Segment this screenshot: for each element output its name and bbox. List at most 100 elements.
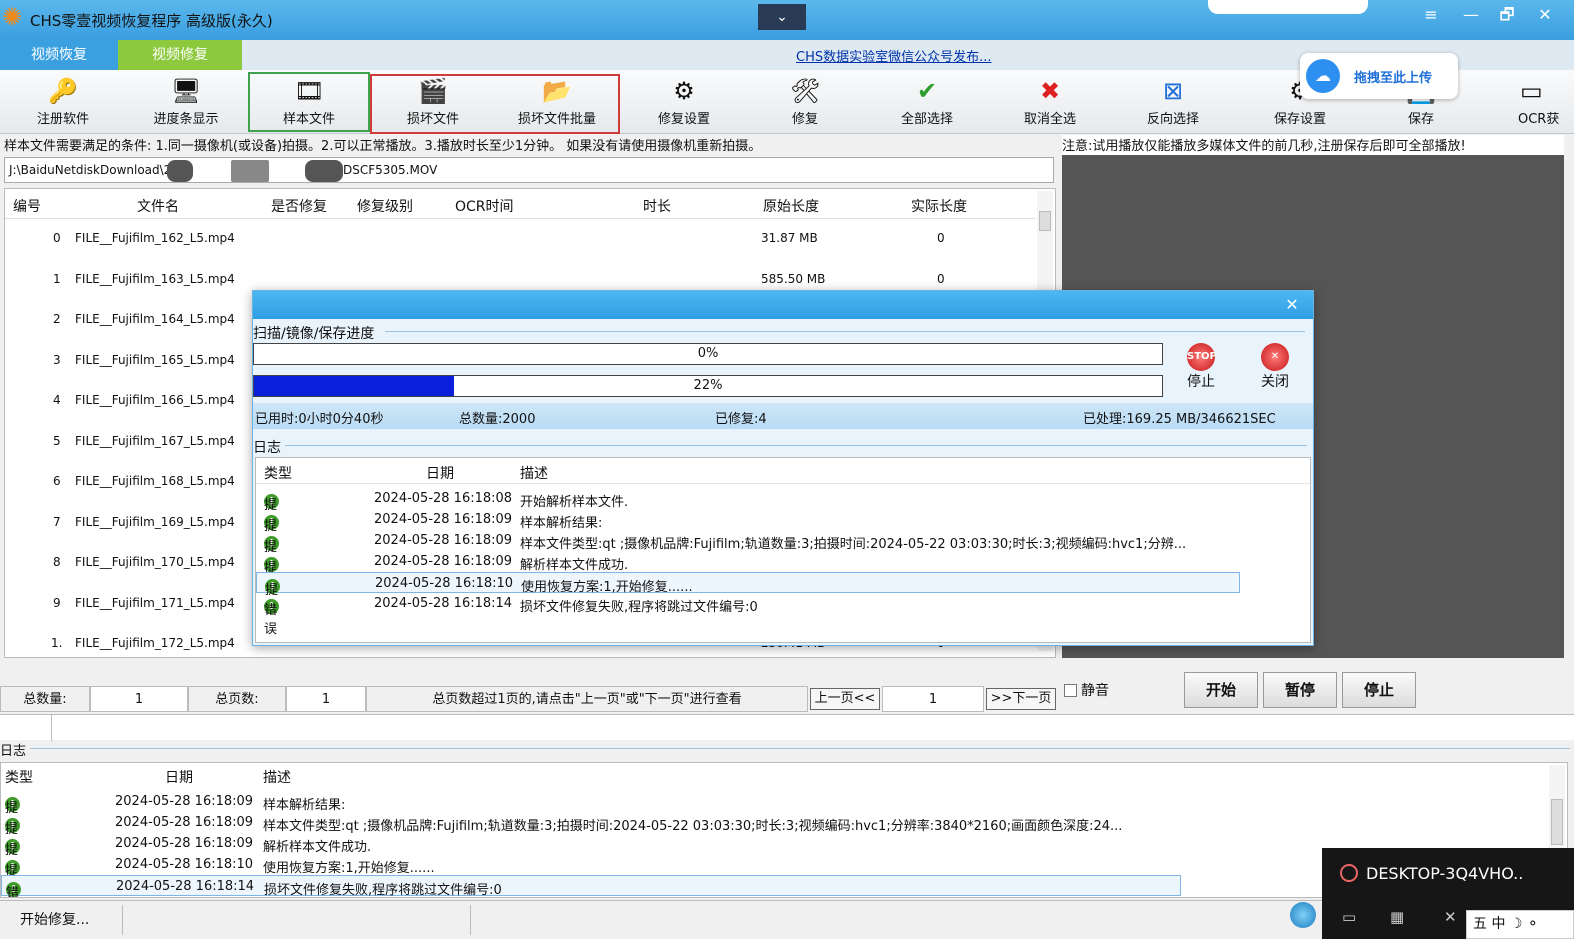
monitor-icon: 🖥	[171, 77, 202, 105]
dlog-col-type[interactable]: 类型	[264, 463, 292, 483]
dialog-log-row[interactable]: !提示2024-05-28 16:18:08开始解析样本文件.	[256, 488, 1240, 532]
dialog-stop-button[interactable]: STOP 停止	[1171, 343, 1231, 393]
col-filename[interactable]: 文件名	[137, 196, 179, 216]
strip-cell	[0, 715, 52, 741]
play-pause-button[interactable]: 暂停	[1263, 672, 1337, 708]
log-desc: 样本解析结果:	[263, 798, 346, 813]
row-filename: FILE__Fujifilm_168_L5.mp4	[75, 474, 235, 488]
dialog-log-row[interactable]: !提示2024-05-28 16:18:09样本解析结果:	[256, 509, 1240, 553]
dlog-desc: 样本文件类型:qt ;摄像机品牌:Fujifilm;轨道数量:3;拍摄时间:20…	[520, 537, 1187, 552]
checkmark-icon: ✔	[916, 77, 938, 105]
select-all-button[interactable]: ✔ 全部选择	[866, 72, 988, 132]
row-filename: FILE__Fujifilm_172_L5.mp4	[75, 636, 235, 650]
row-id: 0	[53, 231, 61, 245]
scroll-thumb[interactable]	[1551, 799, 1563, 845]
dialog-title-bar: ✕	[253, 291, 1313, 319]
blank-strip	[0, 714, 1574, 741]
progress-text-1: 0%	[697, 346, 719, 361]
drag-upload-label: 拖拽至此上传	[1354, 71, 1433, 86]
prev-page-button[interactable]: 上一页<<	[810, 688, 880, 710]
mute-checkbox[interactable]: 静音	[1064, 680, 1109, 700]
total-count-label: 总数量:	[0, 686, 90, 712]
row-orig-length: 31.87 MB	[761, 231, 818, 245]
ime-indicator[interactable]: 五 中 ☽ ⚬	[1466, 910, 1574, 939]
dialog-log-row[interactable]: !提示2024-05-28 16:18:09解析样本文件成功.	[256, 551, 1240, 595]
dialog-close-button[interactable]: ✕ 关闭	[1245, 343, 1305, 393]
log-row[interactable]: !错误2024-05-28 16:18:14损坏文件修复失败,程序将跳过文件编号…	[1, 875, 1181, 897]
col-duration[interactable]: 时长	[643, 196, 671, 216]
repair-button[interactable]: 🛠 修复	[746, 72, 864, 132]
dialog-close-icon[interactable]: ✕	[1281, 295, 1303, 315]
log-col-type[interactable]: 类型	[5, 767, 33, 787]
invert-selection-button[interactable]: ⊠ 反向选择	[1112, 72, 1234, 132]
chat-icon[interactable]: ▭	[1342, 908, 1356, 926]
minimize-button[interactable]: —	[1456, 4, 1486, 26]
globe-icon[interactable]	[1290, 902, 1316, 928]
drag-upload-widget[interactable]: ☁ 拖拽至此上传	[1300, 53, 1458, 99]
invert-box-icon: ⊠	[1162, 77, 1184, 105]
menu-icon[interactable]: ≡	[1416, 4, 1446, 26]
register-button[interactable]: 🔑 注册软件	[4, 72, 122, 132]
log-row[interactable]: !提示2024-05-28 16:18:09样本文件类型:qt ;摄像机品牌:F…	[1, 812, 1181, 856]
sample-requirements: 样本文件需要满足的条件: 1.同一摄像机(或设备)拍摄。2.可以正常播放。3.播…	[4, 139, 762, 154]
deselect-all-button[interactable]: ✖ 取消全选	[990, 72, 1110, 132]
dialog-log-row[interactable]: !提示2024-05-28 16:18:10使用恢复方案:1,开始修复.....…	[256, 572, 1240, 617]
redacted-block	[231, 160, 269, 182]
restore-button[interactable]: 🗗	[1492, 4, 1522, 26]
progress-display-button[interactable]: 🖥 进度条显示	[126, 72, 246, 132]
stop-sign-icon: STOP	[1187, 343, 1217, 371]
cloud-widget-top[interactable]	[1208, 0, 1368, 14]
checkbox-box[interactable]	[1064, 684, 1077, 697]
dialog-log-row[interactable]: !提示2024-05-28 16:18:09样本文件类型:qt ;摄像机品牌:F…	[256, 530, 1240, 574]
status-separator	[122, 905, 123, 935]
col-actual-length[interactable]: 实际长度	[911, 196, 967, 216]
col-orig-length[interactable]: 原始长度	[763, 196, 819, 216]
next-page-button[interactable]: >>下一页	[986, 688, 1056, 710]
dlog-date: 2024-05-28 16:18:10	[375, 576, 514, 591]
log-row[interactable]: !提示2024-05-28 16:18:09解析样本文件成功.	[1, 833, 1181, 877]
play-stop-button[interactable]: 停止	[1342, 672, 1416, 708]
repair-settings-button[interactable]: ⚙ 修复设置	[624, 72, 744, 132]
log-row[interactable]: !提示2024-05-28 16:18:10使用恢复方案:1,开始修复.....…	[1, 854, 1181, 897]
row-filename: FILE__Fujifilm_167_L5.mp4	[75, 433, 235, 448]
dlog-col-desc[interactable]: 描述	[520, 463, 548, 483]
row-id: 7	[53, 514, 61, 529]
dialog-log-row[interactable]: ! 错误 2024-05-28 16:18:14 损坏文件修复失败,程序将跳过文件编号…	[256, 593, 1240, 637]
row-id: 5	[53, 433, 61, 448]
dlog-col-date[interactable]: 日期	[426, 463, 454, 483]
table-row[interactable]: 0 FILE__Fujifilm_162_L5.mp4 31.87 MB 0	[5, 219, 1035, 259]
col-repaired[interactable]: 是否修复	[271, 196, 327, 216]
pager-hint: 总页数超过1页的,请点击"上一页"或"下一页"进行查看	[366, 686, 808, 712]
col-ocr-time[interactable]: OCR时间	[455, 196, 514, 216]
col-repair-level[interactable]: 修复级别	[357, 196, 413, 216]
close-small-icon[interactable]: ✕	[1444, 908, 1457, 926]
cloud-icon: ☁	[1306, 59, 1340, 93]
sample-file-button[interactable]: 🎞 样本文件	[248, 72, 370, 132]
path-input[interactable]: J:\BaiduNetdiskDownload\2 DSCF5305.MOV	[4, 157, 1054, 183]
play-start-button[interactable]: 开始	[1184, 672, 1258, 708]
tab-video-repair[interactable]: 视频修复	[118, 40, 242, 70]
tab-video-recover[interactable]: 视频恢复	[0, 40, 118, 70]
log-col-desc[interactable]: 描述	[263, 767, 291, 787]
row-actual-length: 0	[937, 271, 945, 286]
log-col-date[interactable]: 日期	[165, 767, 193, 787]
close-button[interactable]: ✕	[1530, 4, 1560, 26]
weixin-link[interactable]: CHS数据实验室微信公众号发布...	[796, 46, 992, 65]
desktop-name: DESKTOP-3Q4VHO..	[1366, 864, 1524, 883]
path-suffix: DSCF5305.MOV	[343, 163, 438, 177]
grid-icon[interactable]: ▦	[1390, 908, 1404, 926]
app-logo-icon: ✺	[2, 3, 23, 31]
ocr-button[interactable]: ▭ OCR获	[1490, 72, 1574, 132]
row-id: 1	[53, 271, 61, 286]
dialog-log-label: 日志	[253, 440, 281, 456]
row-orig-length: 585.50 MB	[761, 271, 826, 286]
scroll-thumb[interactable]	[1039, 211, 1051, 231]
dlog-date: 2024-05-28 16:18:09	[374, 533, 513, 548]
col-id[interactable]: 编号	[13, 196, 41, 216]
log-row[interactable]: !提示2024-05-28 16:18:09样本解析结果:	[1, 791, 1181, 835]
user-avatar-icon	[1340, 864, 1358, 882]
close-circle-icon: ✕	[1261, 343, 1289, 371]
current-page[interactable]: 1	[882, 686, 984, 712]
collapse-chevron-icon[interactable]: ⌄	[758, 4, 806, 30]
path-prefix: J:\BaiduNetdiskDownload\2	[9, 163, 172, 177]
